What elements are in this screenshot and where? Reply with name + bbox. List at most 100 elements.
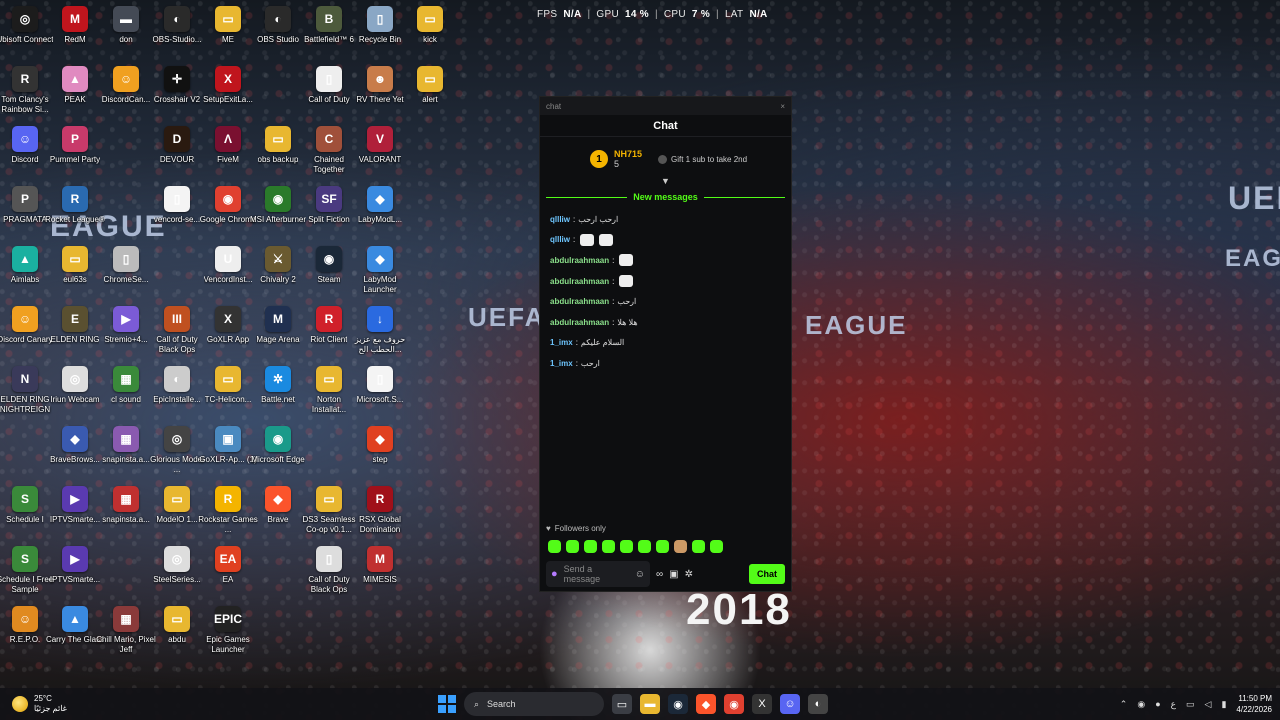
weather-widget[interactable]: 25°C غائم جزئيًا xyxy=(0,694,67,714)
search-label: Search xyxy=(487,699,516,709)
chat-username[interactable]: abdulraahmaan xyxy=(550,277,609,286)
clock-date: 4/22/2026 xyxy=(1236,705,1272,714)
language-indicator[interactable]: ع xyxy=(1171,699,1176,710)
discord-taskbar-icon[interactable]: ☺ xyxy=(780,694,800,714)
recycle-bin-icon: ▯ xyxy=(367,6,393,32)
chevron-down-icon[interactable]: ▼ xyxy=(540,175,791,187)
pragmata-icon: P xyxy=(12,186,38,212)
emote-button[interactable] xyxy=(692,539,705,553)
file-explorer-icon[interactable]: ▬ xyxy=(640,694,660,714)
chrome-setup-shortcut[interactable]: ▯ ChromeSe... xyxy=(96,242,156,300)
emote-button[interactable] xyxy=(548,539,561,553)
steelseries-icon: ◎ xyxy=(164,546,190,572)
nightreign-icon: N xyxy=(12,366,38,392)
ea-shortcut[interactable]: EA EA xyxy=(198,542,258,600)
emote-button[interactable] xyxy=(566,539,579,553)
taskbar-search[interactable]: ⌕ Search xyxy=(464,692,604,716)
chat-username[interactable]: 1_imx xyxy=(550,359,573,368)
battlefield-icon: B xyxy=(316,6,342,32)
chat-window-title: chat xyxy=(546,101,562,111)
brave-taskbar-icon[interactable]: ◆ xyxy=(696,694,716,714)
emote-button[interactable] xyxy=(602,539,615,553)
chat-message-input[interactable]: ● Send a message ☺ xyxy=(546,561,650,587)
tray-overflow-icon[interactable]: ⌃ xyxy=(1120,699,1128,710)
system-clock[interactable]: 11:50 PM 4/22/2026 xyxy=(1236,693,1272,715)
labymod-launcher-icon: ◆ xyxy=(367,246,393,272)
alert-folder-shortcut[interactable]: ▭ alert xyxy=(400,62,460,120)
iptv-smarters-shortcut[interactable]: ▶ IPTVSmarte... xyxy=(45,542,105,600)
obs-taskbar-icon[interactable]: ◐ xyxy=(808,694,828,714)
kick-folder-shortcut[interactable]: ▭ kick xyxy=(400,2,460,60)
chat-message: qllliw: ارحب ارحب xyxy=(550,209,781,230)
task-view-icon[interactable]: ▭ xyxy=(612,694,632,714)
microphone-tray-icon[interactable]: ● xyxy=(1155,699,1160,709)
chat-emote xyxy=(599,233,614,246)
stremio-icon: ▶ xyxy=(113,306,139,332)
download-shortcut-shortcut[interactable]: ↓ حروف مع عزيز الحطب الح... xyxy=(350,302,410,360)
gift-sub-prompt[interactable]: Gift 1 sub to take 2nd xyxy=(658,154,747,164)
chat-username[interactable]: abdulraahmaan xyxy=(550,297,609,306)
top-gifter[interactable]: NH715 5 xyxy=(614,149,642,169)
mimesis-shortcut[interactable]: M MIMESIS xyxy=(350,542,410,600)
microphone-icon[interactable]: ● xyxy=(551,568,558,580)
close-icon[interactable]: × xyxy=(780,102,785,111)
followers-only-label: Followers only xyxy=(554,523,606,533)
emote-button[interactable] xyxy=(620,539,633,553)
emote-button[interactable] xyxy=(710,539,723,553)
desktop-icon-label: DiscordCan... xyxy=(101,95,151,104)
chat-username[interactable]: qllliw xyxy=(550,215,570,224)
start-icon[interactable] xyxy=(438,695,456,713)
goxlr-taskbar-icon[interactable]: X xyxy=(752,694,772,714)
pummel-party-shortcut[interactable]: P Pummel Party xyxy=(45,122,105,180)
step-shortcut[interactable]: ◆ step xyxy=(350,422,410,480)
microsoft-setup-shortcut[interactable]: ▯ Microsoft.S... xyxy=(350,362,410,420)
rocket-league-shortcut[interactable]: R Rocket League® xyxy=(45,182,105,240)
chat-username[interactable]: 1_imx xyxy=(550,338,573,347)
gift-box-icon[interactable]: ▣ xyxy=(669,569,678,580)
chat-username[interactable]: abdulraahmaan xyxy=(550,318,609,327)
network-icon[interactable]: ▭ xyxy=(1186,699,1195,710)
emote-button[interactable] xyxy=(584,539,597,553)
chat-separator: : xyxy=(573,214,576,224)
battery-icon[interactable]: ▮ xyxy=(1221,699,1226,710)
desktop-icon-label: EA xyxy=(222,575,234,584)
emote-button[interactable] xyxy=(656,539,669,553)
cpu-label: CPU xyxy=(663,9,686,20)
send-chat-button[interactable]: Chat xyxy=(749,564,785,584)
chat-username[interactable]: qllliw xyxy=(550,235,570,244)
desktop-icon-label: Microsoft.S... xyxy=(356,395,404,404)
chat-titlebar[interactable]: chat × xyxy=(540,97,791,115)
goxlr-app-1-icon: ▣ xyxy=(215,426,241,452)
cod-black-ops-2-icon: ▯ xyxy=(316,546,342,572)
emoji-icon[interactable]: ☺ xyxy=(635,569,645,580)
rsx-global-domination-shortcut[interactable]: R RSX Global Domination xyxy=(350,482,410,540)
emote-button[interactable] xyxy=(638,539,651,553)
user-list-icon[interactable]: ∞ xyxy=(656,569,663,580)
valorant-shortcut[interactable]: V VALORANT xyxy=(350,122,410,180)
labymod-launcher-shortcut[interactable]: ◆ LabyMod Launcher xyxy=(350,242,410,300)
weather-condition: غائم جزئيًا xyxy=(34,704,67,713)
chrome-taskbar-icon[interactable]: ◉ xyxy=(724,694,744,714)
desktop-icon-label: Iriun Webcam xyxy=(50,395,100,404)
gear-icon[interactable]: ✲ xyxy=(685,569,693,580)
emote-button[interactable] xyxy=(674,539,687,553)
desktop-icon-label: OBS Studio xyxy=(257,35,299,44)
heart-icon: ♥ xyxy=(546,523,551,533)
tray-app-icon[interactable]: ◉ xyxy=(1137,699,1145,710)
volume-icon[interactable]: ◁ xyxy=(1205,699,1212,710)
microsoft-edge-shortcut[interactable]: ◉ Microsoft Edge xyxy=(248,422,308,480)
epic-installer-icon: ◐ xyxy=(164,366,190,392)
fps-label: FPS xyxy=(537,9,558,20)
desktop-icon-label: DEVOUR xyxy=(159,155,195,164)
repo-icon: ☺ xyxy=(12,606,38,632)
tc-helicon-folder-icon: ▭ xyxy=(215,366,241,392)
chat-username[interactable]: abdulraahmaan xyxy=(550,256,609,265)
desktop-icon-label: Steam xyxy=(317,275,341,284)
lat-value: N/A xyxy=(749,9,768,20)
temperature: 25°C xyxy=(34,694,52,703)
labymod-launcher-shortcut-shortcut[interactable]: ◆ LabyModL... xyxy=(350,182,410,240)
desktop-icon-label: PEAK xyxy=(64,95,86,104)
steam-taskbar-icon[interactable]: ◉ xyxy=(668,694,688,714)
setup-exit-shortcut[interactable]: X SetupExitLa... xyxy=(198,62,258,120)
epic-games-launcher-shortcut[interactable]: EPIC Epic Games Launcher xyxy=(198,602,258,660)
